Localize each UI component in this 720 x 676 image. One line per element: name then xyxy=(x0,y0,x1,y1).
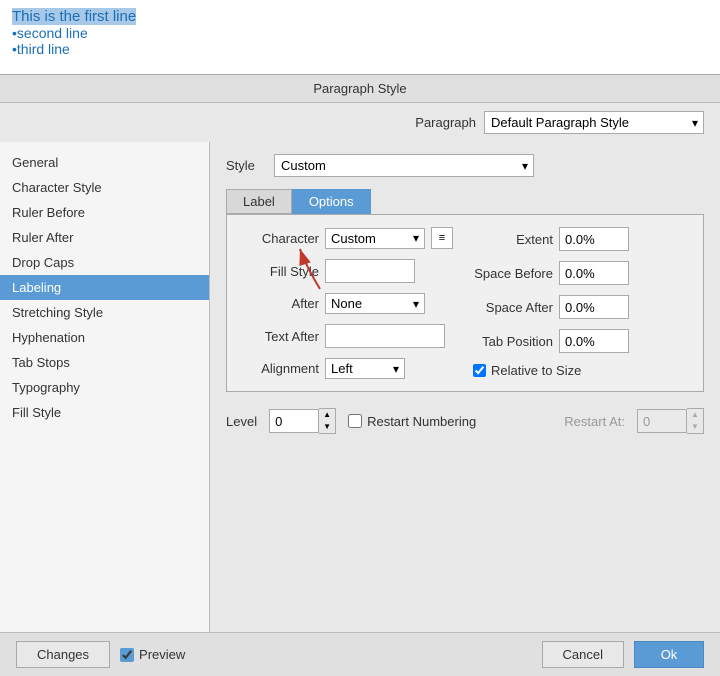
preview-line3: •third line xyxy=(12,41,708,57)
preview-area: This is the first line •second line •thi… xyxy=(0,0,720,75)
paragraph-select-wrapper[interactable]: Default Paragraph Style xyxy=(484,111,704,134)
space-before-input[interactable] xyxy=(559,261,629,285)
text-after-label: Text After xyxy=(239,329,319,344)
cancel-button[interactable]: Cancel xyxy=(542,641,624,668)
sidebar-item-labeling[interactable]: Labeling xyxy=(0,275,209,300)
character-row: Character Custom ≡ xyxy=(239,227,453,249)
sidebar: General Character Style Ruler Before Rul… xyxy=(0,142,210,632)
after-label: After xyxy=(239,296,319,311)
style-label: Style xyxy=(226,158,266,173)
restart-at-input[interactable] xyxy=(637,409,687,433)
alignment-row: Alignment Left Center Right xyxy=(239,358,453,379)
tab-position-label: Tab Position xyxy=(473,334,553,349)
left-column: Character Custom ≡ Fill Style xyxy=(239,227,453,379)
preview-row: Preview xyxy=(120,647,185,662)
space-after-row: Space After xyxy=(473,295,629,319)
restart-at-spin-up[interactable]: ▲ xyxy=(687,409,703,421)
space-after-input[interactable] xyxy=(559,295,629,319)
level-label: Level xyxy=(226,414,257,429)
preview-line1: This is the first line xyxy=(12,8,708,25)
tab-position-input[interactable] xyxy=(559,329,629,353)
space-before-label: Space Before xyxy=(473,266,553,281)
content-area: General Character Style Ruler Before Rul… xyxy=(0,142,720,632)
fill-style-annotation xyxy=(325,259,415,283)
bottom-left: Changes Preview xyxy=(16,641,185,668)
text-after-input[interactable] xyxy=(325,324,445,348)
alignment-select[interactable]: Left Center Right xyxy=(325,358,405,379)
restart-numbering-label: Restart Numbering xyxy=(367,414,476,429)
relative-to-size-label: Relative to Size xyxy=(491,363,581,378)
after-row: After None Tab Space Nothing xyxy=(239,293,453,314)
text-after-row: Text After xyxy=(239,324,453,348)
preview-checkbox[interactable] xyxy=(120,648,134,662)
fill-style-row: Fill Style xyxy=(239,259,453,283)
character-select-wrapper[interactable]: Custom xyxy=(325,228,425,249)
settings-icon[interactable]: ≡ xyxy=(431,227,453,249)
level-input-wrapper: ▲ ▼ xyxy=(269,408,336,434)
restart-numbering-checkbox[interactable] xyxy=(348,414,362,428)
character-select[interactable]: Custom xyxy=(325,228,425,249)
after-select-wrapper[interactable]: None Tab Space Nothing xyxy=(325,293,425,314)
right-column: Extent 0.0% Space Before Space After xyxy=(473,227,629,379)
paragraph-row: Paragraph Default Paragraph Style xyxy=(0,103,720,142)
dialog: Paragraph Style Paragraph Default Paragr… xyxy=(0,75,720,676)
tab-options[interactable]: Options xyxy=(292,189,371,214)
sidebar-item-stretching-style[interactable]: Stretching Style xyxy=(0,300,209,325)
after-select[interactable]: None Tab Space Nothing xyxy=(325,293,425,314)
restart-at-label: Restart At: xyxy=(564,414,625,429)
paragraph-select[interactable]: Default Paragraph Style xyxy=(484,111,704,134)
bottom-bar: Changes Preview Cancel Ok xyxy=(0,632,720,676)
level-spin-up[interactable]: ▲ xyxy=(319,409,335,421)
level-spin-buttons: ▲ ▼ xyxy=(319,408,336,434)
sidebar-item-character-style[interactable]: Character Style xyxy=(0,175,209,200)
extent-input[interactable]: 0.0% xyxy=(559,227,629,251)
sidebar-item-general[interactable]: General xyxy=(0,150,209,175)
bottom-right: Cancel Ok xyxy=(542,641,704,668)
main-container: This is the first line •second line •thi… xyxy=(0,0,720,676)
restart-at-spin-down[interactable]: ▼ xyxy=(687,421,703,433)
relative-to-size-row: Relative to Size xyxy=(473,363,629,378)
alignment-label: Alignment xyxy=(239,361,319,376)
changes-button[interactable]: Changes xyxy=(16,641,110,668)
restart-numbering-row: Restart Numbering xyxy=(348,414,476,429)
sidebar-item-typography[interactable]: Typography xyxy=(0,375,209,400)
space-after-label: Space After xyxy=(473,300,553,315)
style-select[interactable]: Custom Default Numbered Bulleted xyxy=(274,154,534,177)
main-panel: Style Custom Default Numbered Bulleted L… xyxy=(210,142,720,632)
sidebar-item-ruler-before[interactable]: Ruler Before xyxy=(0,200,209,225)
sidebar-item-fill-style[interactable]: Fill Style xyxy=(0,400,209,425)
fill-style-input[interactable] xyxy=(325,259,415,283)
level-spin-down[interactable]: ▼ xyxy=(319,421,335,433)
extent-row: Extent 0.0% xyxy=(473,227,629,251)
restart-at-wrapper: ▲ ▼ xyxy=(637,408,704,434)
style-row: Style Custom Default Numbered Bulleted xyxy=(226,154,704,177)
alignment-select-wrapper[interactable]: Left Center Right xyxy=(325,358,405,379)
tab-label[interactable]: Label xyxy=(226,189,292,214)
ok-button[interactable]: Ok xyxy=(634,641,704,668)
preview-label: Preview xyxy=(139,647,185,662)
sidebar-item-hyphenation[interactable]: Hyphenation xyxy=(0,325,209,350)
sidebar-item-drop-caps[interactable]: Drop Caps xyxy=(0,250,209,275)
style-select-wrapper[interactable]: Custom Default Numbered Bulleted xyxy=(274,154,534,177)
dialog-title: Paragraph Style xyxy=(0,75,720,103)
arrow-annotation xyxy=(290,244,330,294)
level-input[interactable] xyxy=(269,409,319,433)
tab-bar: Label Options xyxy=(226,189,704,214)
sidebar-item-tab-stops[interactable]: Tab Stops xyxy=(0,350,209,375)
level-row: Level ▲ ▼ Restart Numbering Restart At: xyxy=(226,402,704,440)
options-box: Character Custom ≡ Fill Style xyxy=(226,214,704,392)
space-before-row: Space Before xyxy=(473,261,629,285)
extent-label: Extent xyxy=(473,232,553,247)
sidebar-item-ruler-after[interactable]: Ruler After xyxy=(0,225,209,250)
restart-at-spin: ▲ ▼ xyxy=(687,408,704,434)
preview-line2: •second line xyxy=(12,25,708,41)
tab-position-row: Tab Position xyxy=(473,329,629,353)
paragraph-label: Paragraph xyxy=(415,115,476,130)
relative-to-size-checkbox[interactable] xyxy=(473,364,486,377)
